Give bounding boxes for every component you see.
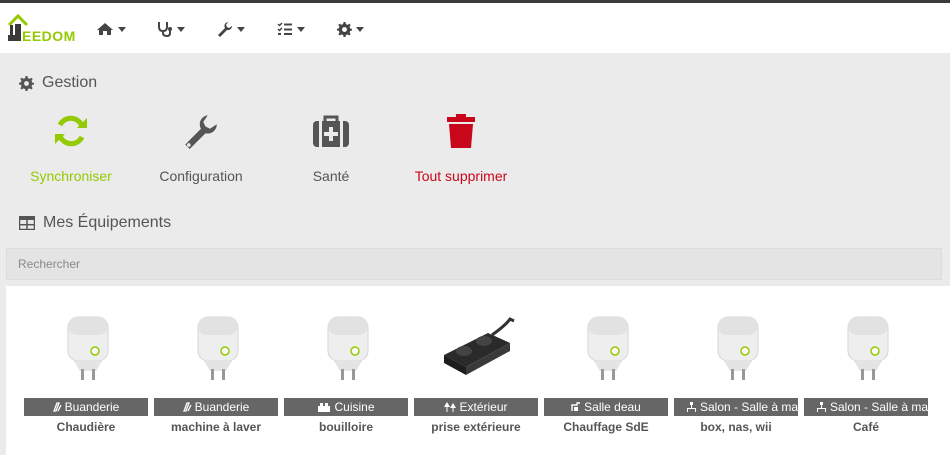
wrench-icon xyxy=(185,115,217,149)
chevron-down-icon xyxy=(356,26,364,32)
equipment-card[interactable]: Cuisine bouilloire xyxy=(284,305,408,455)
configuration-button-label: Configuration xyxy=(159,168,243,184)
nav-analysis-menu[interactable] xyxy=(157,20,185,38)
laundry-icon xyxy=(182,402,192,412)
navbar: EEDOM xyxy=(0,3,950,53)
nav-plugins-menu[interactable] xyxy=(277,20,305,38)
smart-plug-image xyxy=(700,305,776,389)
outdoor-plug-image xyxy=(440,305,516,389)
gear-icon xyxy=(337,21,352,37)
stethoscope-icon xyxy=(158,22,172,37)
medical-kit-icon xyxy=(313,115,349,147)
nav-settings-menu[interactable] xyxy=(337,20,364,38)
logo-text: EEDOM xyxy=(22,28,76,44)
delete-all-button[interactable]: Tout supprimer xyxy=(396,108,526,184)
equipements-section-title: Mes Équipements xyxy=(19,212,171,234)
gestion-section-title: Gestion xyxy=(19,72,97,94)
smart-plug-image xyxy=(830,305,906,389)
room-tag: Salon - Salle à manger xyxy=(674,398,798,416)
chevron-down-icon xyxy=(177,26,185,32)
equipment-card[interactable]: Salon - Salle à manger box, nas, wii xyxy=(674,305,798,455)
table-icon xyxy=(19,216,35,230)
equipment-name: Café xyxy=(852,420,879,434)
search-input[interactable] xyxy=(6,248,942,280)
checklist-icon xyxy=(277,22,292,35)
equipment-name: box, nas, wii xyxy=(700,420,772,434)
living-room-icon xyxy=(816,402,827,412)
sync-icon xyxy=(55,115,87,147)
chevron-down-icon xyxy=(297,26,305,32)
equipment-card[interactable]: Buanderie Chaudière xyxy=(24,305,148,455)
equipment-name: Chaudière xyxy=(56,420,116,434)
kitchen-icon xyxy=(317,402,331,412)
jeedom-logo[interactable]: EEDOM xyxy=(6,11,78,45)
room-tag: Buanderie xyxy=(24,398,148,416)
laundry-icon xyxy=(52,402,62,412)
outdoor-icon xyxy=(444,402,457,412)
bathroom-icon xyxy=(571,402,581,412)
smart-plug-image xyxy=(180,305,256,389)
nav-home-menu[interactable] xyxy=(96,20,126,38)
gear-icon xyxy=(19,75,34,91)
equipment-card[interactable]: Buanderie machine à laver xyxy=(154,305,278,455)
equipements-title-text: Mes Équipements xyxy=(43,214,172,231)
equipment-card[interactable]: Salon - Salle à manger Café xyxy=(804,305,928,455)
chevron-down-icon xyxy=(237,26,245,32)
equipment-card[interactable]: Extérieur prise extérieure xyxy=(414,305,538,455)
equipment-name: Chauffage SdE xyxy=(563,420,649,434)
equipment-panel: Buanderie Chaudière Buanderie machine à … xyxy=(6,286,950,455)
health-button-label: Santé xyxy=(312,168,350,184)
gestion-title-text: Gestion xyxy=(42,74,98,91)
delete-all-button-label: Tout supprimer xyxy=(414,168,508,184)
sync-button[interactable]: Synchroniser xyxy=(6,108,136,184)
trash-icon xyxy=(447,114,475,148)
smart-plug-image xyxy=(50,305,126,389)
room-tag: Cuisine xyxy=(284,398,408,416)
configuration-button[interactable]: Configuration xyxy=(136,108,266,184)
equipment-name: bouilloire xyxy=(319,420,373,434)
equipment-name: prise extérieure xyxy=(431,420,521,434)
home-icon xyxy=(97,23,113,35)
smart-plug-image xyxy=(570,305,646,389)
wrench-icon xyxy=(218,22,233,37)
health-button[interactable]: Santé xyxy=(266,108,396,184)
sync-button-label: Synchroniser xyxy=(30,168,112,184)
living-room-icon xyxy=(686,402,697,412)
room-tag: Buanderie xyxy=(154,398,278,416)
equipment-name: machine à laver xyxy=(170,420,262,434)
room-tag: Extérieur xyxy=(414,398,538,416)
nav-tools-menu[interactable] xyxy=(217,20,245,38)
chevron-down-icon xyxy=(118,26,126,32)
room-tag: Salon - Salle à manger xyxy=(804,398,928,416)
room-tag: Salle deau xyxy=(544,398,668,416)
equipment-card[interactable]: Salle deau Chauffage SdE xyxy=(544,305,668,455)
smart-plug-image xyxy=(310,305,386,389)
